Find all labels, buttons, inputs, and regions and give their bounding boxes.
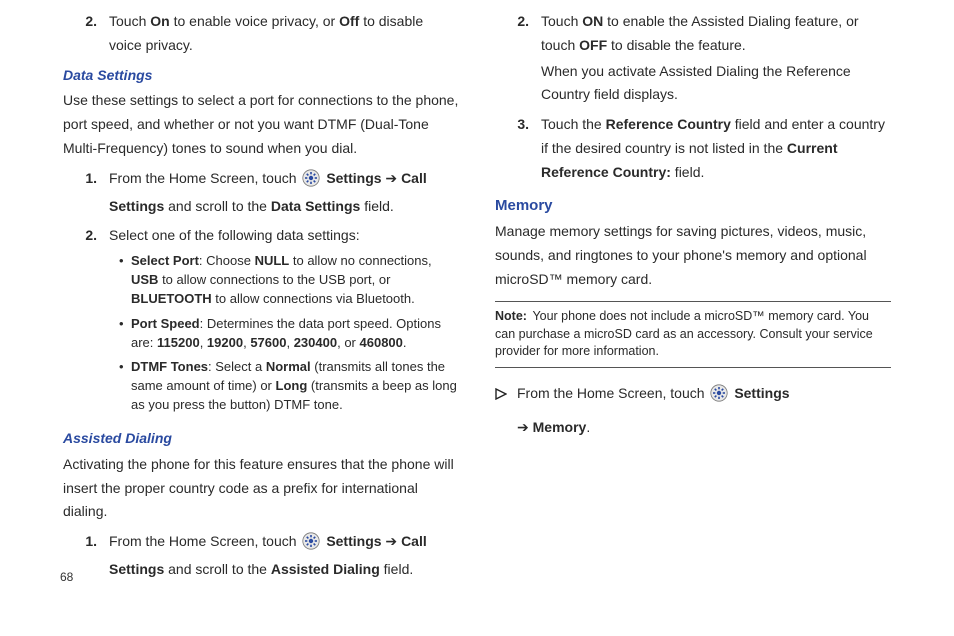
text: : Choose [199, 253, 255, 268]
bullet-item: • Port Speed: Determines the data port s… [119, 315, 459, 353]
text: : Select a [208, 359, 266, 374]
text: and scroll to the [164, 198, 271, 214]
note-box: Note: Your phone does not include a micr… [495, 301, 891, 368]
bullet-dot: • [119, 315, 131, 353]
bold-text: NULL [255, 253, 290, 268]
bullet-text: DTMF Tones: Select a Normal (transmits a… [131, 358, 459, 415]
note-text: Your phone does not include a microSD™ m… [495, 309, 873, 358]
step-number: 2. [63, 10, 109, 58]
text: to allow no connections, [289, 253, 431, 268]
text: field. [360, 198, 393, 214]
section-heading-memory: Memory [495, 193, 891, 219]
right-column: 2. Touch ON to enable the Assisted Diali… [477, 10, 909, 560]
subsection-heading-data-settings: Data Settings [63, 64, 459, 88]
step-item: 3. Touch the Reference Country field and… [495, 113, 891, 184]
note-label: Note: [495, 309, 527, 323]
bullet-item: • DTMF Tones: Select a Normal (transmits… [119, 358, 459, 415]
step-item: 2. Select one of the following data sett… [63, 224, 459, 421]
text: and scroll to the [164, 561, 271, 577]
text: field. [380, 561, 413, 577]
text: Touch [109, 13, 150, 29]
bullet-item: • Select Port: Choose NULL to allow no c… [119, 252, 459, 309]
arrow-text: ➔ [382, 170, 402, 186]
continuation-line: ➔ Memory. [517, 416, 891, 440]
bold-text: Settings [326, 170, 381, 186]
step-text: From the Home Screen, touch Settings ➔ M… [517, 382, 891, 440]
arrow-step: From the Home Screen, touch Settings ➔ M… [495, 382, 891, 440]
bold-text: 57600 [250, 335, 286, 350]
step-text: From the Home Screen, touch Settings ➔ C… [109, 530, 459, 582]
step-text: From the Home Screen, touch Settings ➔ C… [109, 167, 459, 219]
bullet-text: Port Speed: Determines the data port spe… [131, 315, 459, 353]
step-number: 2. [63, 224, 109, 421]
subsection-heading-assisted-dialing: Assisted Dialing [63, 427, 459, 451]
bold-text: Long [276, 378, 308, 393]
bold-text: Port Speed [131, 316, 200, 331]
left-column: 2. Touch On to enable voice privacy, or … [45, 10, 477, 560]
bold-text: Settings [326, 533, 381, 549]
settings-gear-icon [302, 169, 320, 195]
text: From the Home Screen, touch [109, 533, 300, 549]
bullet-dot: • [119, 358, 131, 415]
arrow-text: ➔ [517, 419, 533, 435]
bold-text: Assisted Dialing [271, 561, 380, 577]
text: to allow connections to the USB port, or [158, 272, 390, 287]
step-number: 1. [63, 167, 109, 219]
step-number: 3. [495, 113, 541, 184]
bold-text: 460800 [360, 335, 403, 350]
text: Select one of the following data setting… [109, 227, 360, 243]
bold-text: Settings [734, 385, 789, 401]
text: to enable voice privacy, or [170, 13, 339, 29]
bullet-text: Select Port: Choose NULL to allow no con… [131, 252, 459, 309]
step-item: 2. Touch ON to enable the Assisted Diali… [495, 10, 891, 107]
bold-text: Memory [533, 419, 587, 435]
settings-gear-icon [710, 384, 728, 410]
bold-text: 19200 [207, 335, 243, 350]
text: Touch the [541, 116, 606, 132]
step-text: Touch the Reference Country field and en… [541, 113, 891, 184]
step-text: Touch ON to enable the Assisted Dialing … [541, 10, 891, 107]
text: From the Home Screen, touch [517, 385, 708, 401]
text: field. [671, 164, 704, 180]
text: When you activate Assisted Dialing the R… [541, 60, 891, 108]
bold-text: OFF [579, 37, 607, 53]
paragraph: Use these settings to select a port for … [63, 89, 459, 160]
page-body: 2. Touch On to enable voice privacy, or … [0, 0, 954, 570]
page-number: 68 [60, 570, 73, 584]
bold-text: Data Settings [271, 198, 360, 214]
text: to disable the feature. [607, 37, 746, 53]
bold-text: Reference Country [606, 116, 731, 132]
step-text: Touch On to enable voice privacy, or Off… [109, 10, 459, 58]
text: Touch [541, 13, 582, 29]
step-number: 2. [495, 10, 541, 107]
bold-text: USB [131, 272, 158, 287]
step-item: 2. Touch On to enable voice privacy, or … [63, 10, 459, 58]
bold-text: Normal [266, 359, 311, 374]
bold-text: BLUETOOTH [131, 291, 212, 306]
arrow-text: ➔ [382, 533, 402, 549]
text: to allow connections via Bluetooth. [212, 291, 415, 306]
paragraph: Activating the phone for this feature en… [63, 453, 459, 524]
bold-text: On [150, 13, 169, 29]
bullet-dot: • [119, 252, 131, 309]
step-item: 1. From the Home Screen, touch Settings … [63, 167, 459, 219]
step-item: 1. From the Home Screen, touch Settings … [63, 530, 459, 582]
text: From the Home Screen, touch [109, 170, 300, 186]
paragraph: Manage memory settings for saving pictur… [495, 220, 891, 291]
bold-text: ON [582, 13, 603, 29]
bold-text: Off [339, 13, 359, 29]
bold-text: 115200 [157, 335, 200, 350]
step-text: Select one of the following data setting… [109, 224, 459, 421]
text: , or [337, 335, 359, 350]
bold-text: Select Port [131, 253, 199, 268]
bold-text: DTMF Tones [131, 359, 208, 374]
settings-gear-icon [302, 532, 320, 558]
bullet-list: • Select Port: Choose NULL to allow no c… [119, 252, 459, 415]
bold-text: 230400 [294, 335, 337, 350]
triangle-bullet-icon [495, 382, 517, 440]
text: . [586, 419, 590, 435]
